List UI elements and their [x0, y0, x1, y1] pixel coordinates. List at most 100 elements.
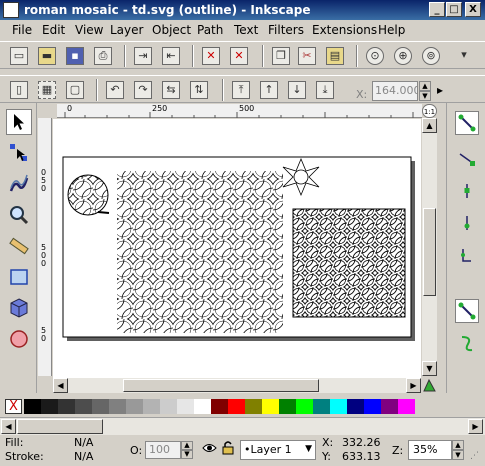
zoom-corner-button[interactable]: 1:1	[422, 104, 437, 118]
snap-bbox-icon[interactable]	[455, 299, 479, 323]
layer-selector[interactable]: •Layer 1 ▼	[240, 440, 316, 460]
vertical-scrollbar[interactable]: ▲ ▼	[422, 118, 437, 376]
menu-layer[interactable]: Layer	[110, 23, 143, 37]
color-swatch[interactable]	[143, 399, 160, 414]
color-swatch[interactable]	[92, 399, 109, 414]
menu-view[interactable]: View	[75, 23, 103, 37]
rotate-cw-icon[interactable]: ↷	[134, 81, 152, 99]
export-icon[interactable]: ⇤	[162, 47, 180, 65]
color-swatch[interactable]	[228, 399, 245, 414]
color-swatch[interactable]	[364, 399, 381, 414]
opacity-spin-up[interactable]: ▲	[181, 441, 193, 450]
selector-tool-icon[interactable]	[6, 109, 32, 135]
zoom-page-icon[interactable]: ⊚	[422, 47, 440, 65]
snap-paths-icon[interactable]	[455, 179, 479, 203]
color-swatch[interactable]	[313, 399, 330, 414]
color-swatch[interactable]	[262, 399, 279, 414]
eye-icon[interactable]	[202, 442, 217, 457]
color-swatch[interactable]	[381, 399, 398, 414]
zoom-selection-icon[interactable]: ⊙	[366, 47, 384, 65]
snap-toggle-icon[interactable]	[455, 111, 479, 135]
zoom-field[interactable]: 35%	[408, 440, 452, 460]
zoom-tool-icon[interactable]	[6, 202, 32, 228]
vertical-scroll-thumb[interactable]	[423, 208, 436, 296]
menu-text[interactable]: Text	[234, 23, 258, 37]
color-swatch[interactable]	[177, 399, 194, 414]
flip-vertical-icon[interactable]: ⇅	[190, 81, 208, 99]
horizontal-scrollbar[interactable]: ◀ ▶	[53, 378, 421, 393]
raise-icon[interactable]: ↑	[260, 81, 278, 99]
color-swatch[interactable]	[109, 399, 126, 414]
menu-extensions[interactable]: Extensions	[312, 23, 377, 37]
select-all-layers-icon[interactable]: ▦	[38, 81, 56, 99]
lower-icon[interactable]: ↓	[288, 81, 306, 99]
x-spin-down[interactable]: ▼	[419, 91, 431, 101]
save-icon[interactable]: ▪	[66, 47, 84, 65]
snap-intersections-icon[interactable]	[455, 211, 479, 235]
menu-edit[interactable]: Edit	[42, 23, 65, 37]
paste-icon[interactable]: ▤	[326, 47, 344, 65]
color-swatch[interactable]	[347, 399, 364, 414]
flip-horizontal-icon[interactable]: ⇆	[162, 81, 180, 99]
palette-scrollbar[interactable]: ◀ ▶	[0, 417, 485, 435]
resize-grip-icon[interactable]: ⋰	[470, 451, 482, 463]
palette-scroll-left[interactable]: ◀	[1, 419, 16, 434]
color-swatch[interactable]	[126, 399, 143, 414]
color-swatch[interactable]	[41, 399, 58, 414]
new-icon[interactable]: ▭	[10, 47, 28, 65]
opacity-field[interactable]: 100	[145, 441, 181, 459]
palette-scroll-thumb[interactable]	[17, 419, 103, 434]
raise-to-top-icon[interactable]: ⤒	[232, 81, 250, 99]
scroll-down-button[interactable]: ▼	[422, 361, 437, 376]
zoom-spin-up[interactable]: ▲	[452, 440, 464, 450]
color-swatch[interactable]	[58, 399, 75, 414]
measure-tool-icon[interactable]	[6, 233, 32, 259]
color-swatch[interactable]	[24, 399, 41, 414]
color-swatch[interactable]	[330, 399, 347, 414]
no-paint-swatch[interactable]: X	[5, 399, 22, 414]
cut-icon[interactable]: ✂	[298, 47, 316, 65]
import-icon[interactable]: ⇥	[134, 47, 152, 65]
color-swatch[interactable]	[296, 399, 313, 414]
color-swatch[interactable]	[160, 399, 177, 414]
node-tool-icon[interactable]	[6, 140, 32, 166]
color-swatch[interactable]	[194, 399, 211, 414]
menu-object[interactable]: Object	[152, 23, 191, 37]
color-manage-icon[interactable]	[423, 378, 436, 392]
deselect-icon[interactable]: ▢	[66, 81, 84, 99]
menu-path[interactable]: Path	[197, 23, 223, 37]
select-all-icon[interactable]: ▯	[10, 81, 28, 99]
palette-scroll-right[interactable]: ▶	[468, 419, 483, 434]
zoom-drawing-icon[interactable]: ⊕	[394, 47, 412, 65]
3dbox-tool-icon[interactable]	[6, 295, 32, 321]
copy-icon[interactable]: ❐	[272, 47, 290, 65]
x-coordinate-field[interactable]: 164.000	[372, 81, 418, 101]
x-spin-up[interactable]: ▲	[419, 81, 431, 91]
undo-icon[interactable]: ✕	[202, 47, 220, 65]
scroll-left-button[interactable]: ◀	[53, 378, 68, 393]
rect-tool-icon[interactable]	[6, 264, 32, 290]
print-icon[interactable]: ⎙	[94, 47, 112, 65]
opacity-spin-down[interactable]: ▼	[181, 450, 193, 459]
color-swatch[interactable]	[211, 399, 228, 414]
maximize-button[interactable]: □	[446, 2, 462, 17]
tweak-tool-icon[interactable]	[6, 171, 32, 197]
horizontal-scroll-thumb[interactable]	[123, 379, 319, 392]
controls-more-chevron-icon[interactable]: ▸	[437, 83, 443, 97]
more-chevron-icon[interactable]: ▾	[455, 47, 473, 65]
color-swatch[interactable]	[398, 399, 415, 414]
open-icon[interactable]: ▬	[38, 47, 56, 65]
menu-filters[interactable]: Filters	[268, 23, 304, 37]
close-button[interactable]: X	[465, 2, 481, 17]
minimize-button[interactable]: _	[429, 2, 445, 17]
scroll-right-button[interactable]: ▶	[406, 378, 421, 393]
color-swatch[interactable]	[245, 399, 262, 414]
color-swatch[interactable]	[75, 399, 92, 414]
redo-icon[interactable]: ✕	[230, 47, 248, 65]
drawing-canvas[interactable]	[53, 119, 421, 378]
color-swatch[interactable]	[279, 399, 296, 414]
circle-tool-icon[interactable]	[6, 326, 32, 352]
snap-guide-icon[interactable]	[455, 331, 479, 355]
lower-to-bottom-icon[interactable]: ⤓	[316, 81, 334, 99]
snap-nodes-icon[interactable]	[455, 147, 479, 171]
